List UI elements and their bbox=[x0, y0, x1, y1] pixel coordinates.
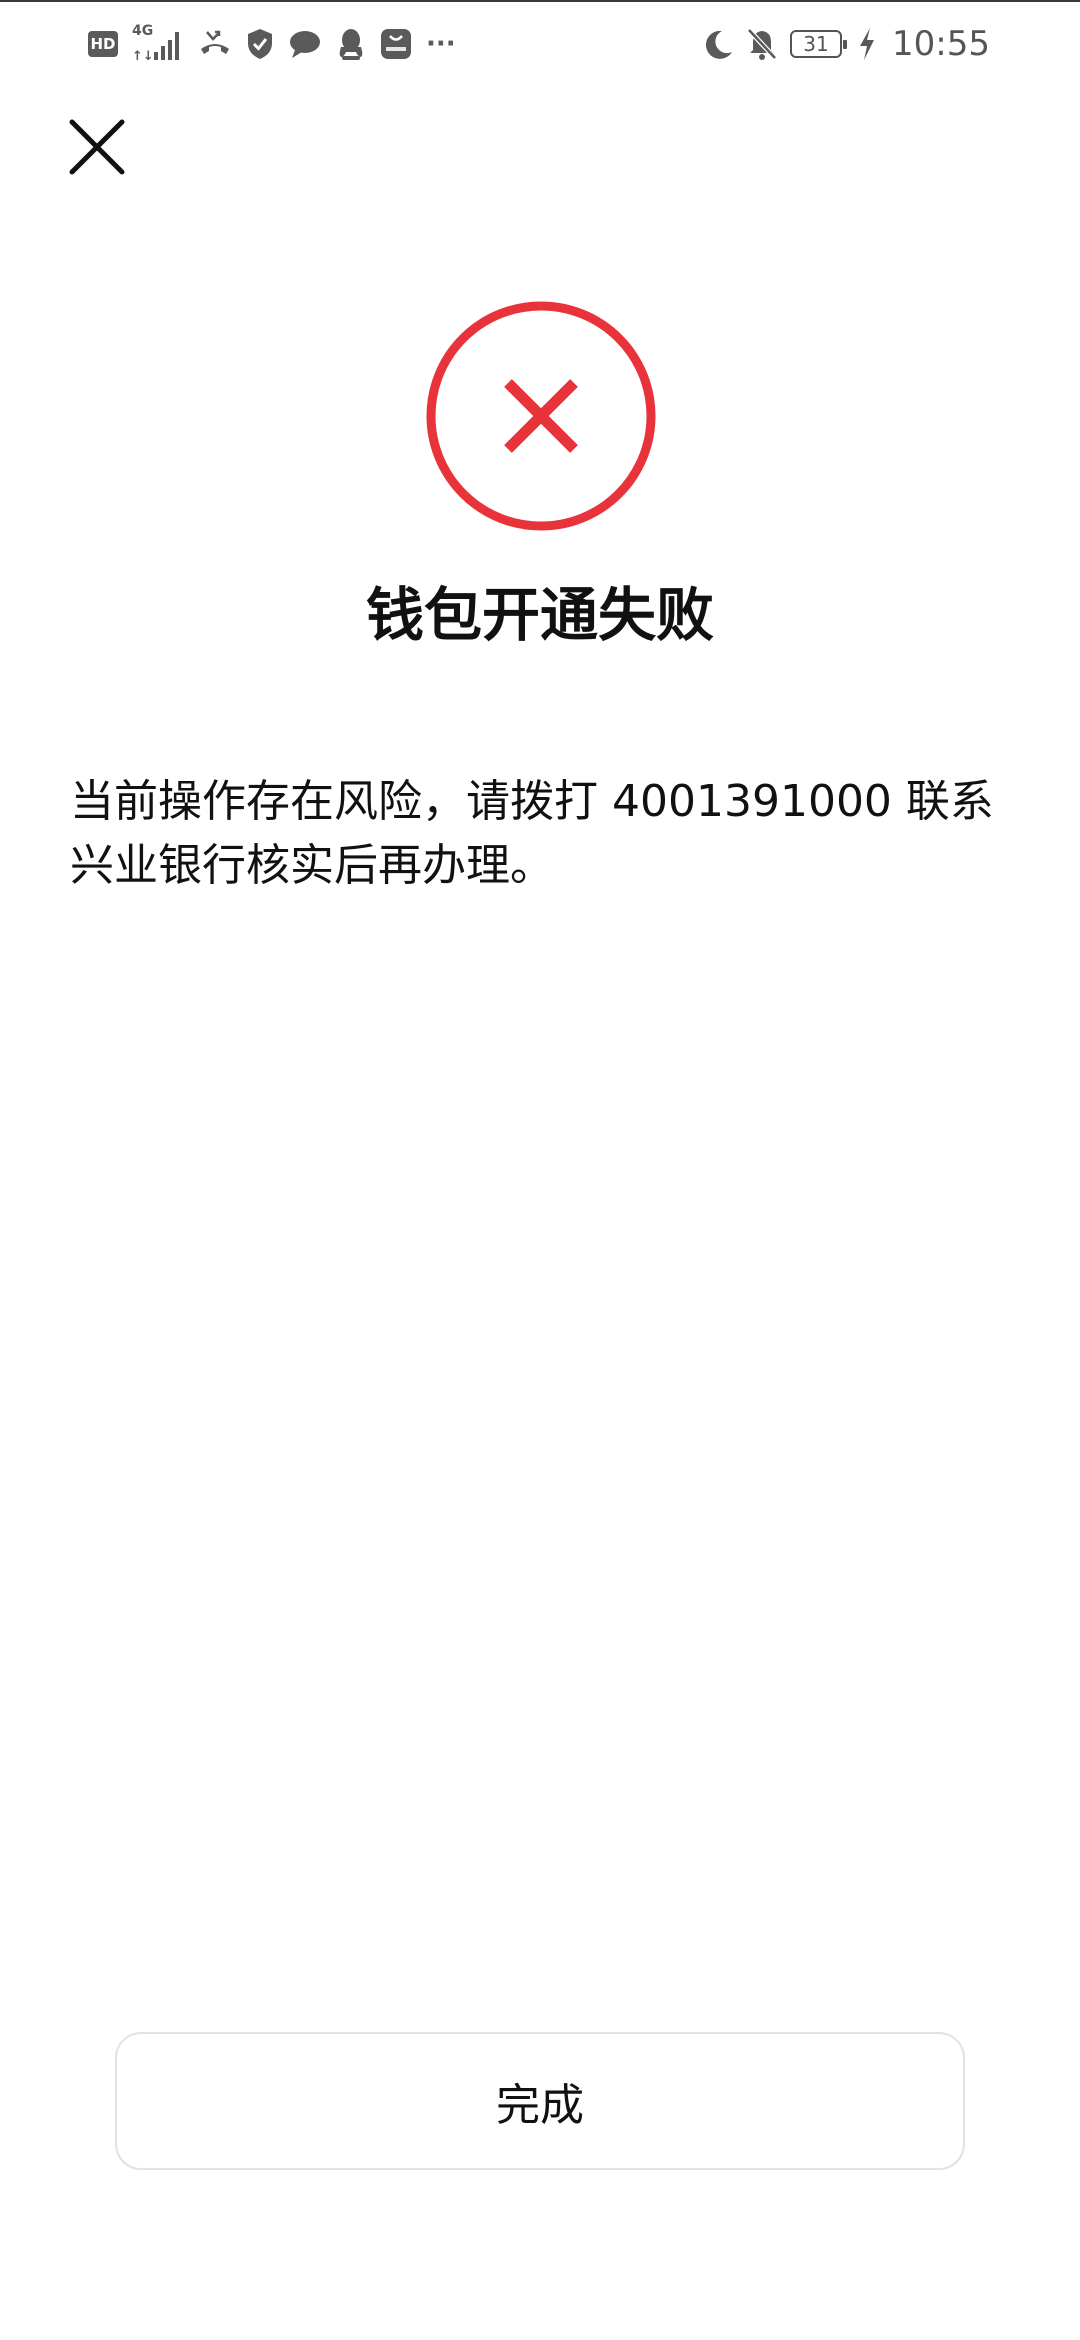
svg-text:↑↓: ↑↓ bbox=[132, 49, 154, 64]
moon-icon bbox=[704, 28, 734, 60]
result-description: 当前操作存在风险，请拨打 4001391000 联系兴业银行核实后再办理。 bbox=[70, 776, 994, 891]
chat-bubble-icon bbox=[288, 29, 322, 59]
done-button[interactable]: 完成 bbox=[115, 2032, 965, 2170]
missed-call-icon bbox=[198, 27, 232, 61]
hd-icon: HD bbox=[88, 31, 118, 57]
qq-icon bbox=[336, 27, 366, 61]
bell-off-icon bbox=[746, 27, 778, 61]
more-icon: ··· bbox=[426, 29, 456, 59]
battery-icon: 31 bbox=[790, 30, 848, 58]
signal-icon: 4G ↑↓ bbox=[132, 24, 184, 64]
network-type-label: 4G bbox=[132, 23, 154, 39]
huawei-store-icon bbox=[380, 28, 412, 60]
charging-icon bbox=[858, 27, 876, 61]
result-title: 钱包开通失败 bbox=[365, 581, 714, 649]
status-bar-left: HD 4G ↑↓ ··· bbox=[88, 24, 456, 64]
close-button[interactable] bbox=[62, 112, 132, 182]
close-icon bbox=[69, 119, 125, 175]
shield-icon bbox=[246, 28, 274, 60]
status-bar-right: 31 10:55 bbox=[704, 20, 990, 68]
status-time: 10:55 bbox=[892, 24, 990, 64]
status-bar: HD 4G ↑↓ ··· 31 10:55 bbox=[0, 0, 1080, 84]
error-circle-icon bbox=[425, 300, 657, 532]
